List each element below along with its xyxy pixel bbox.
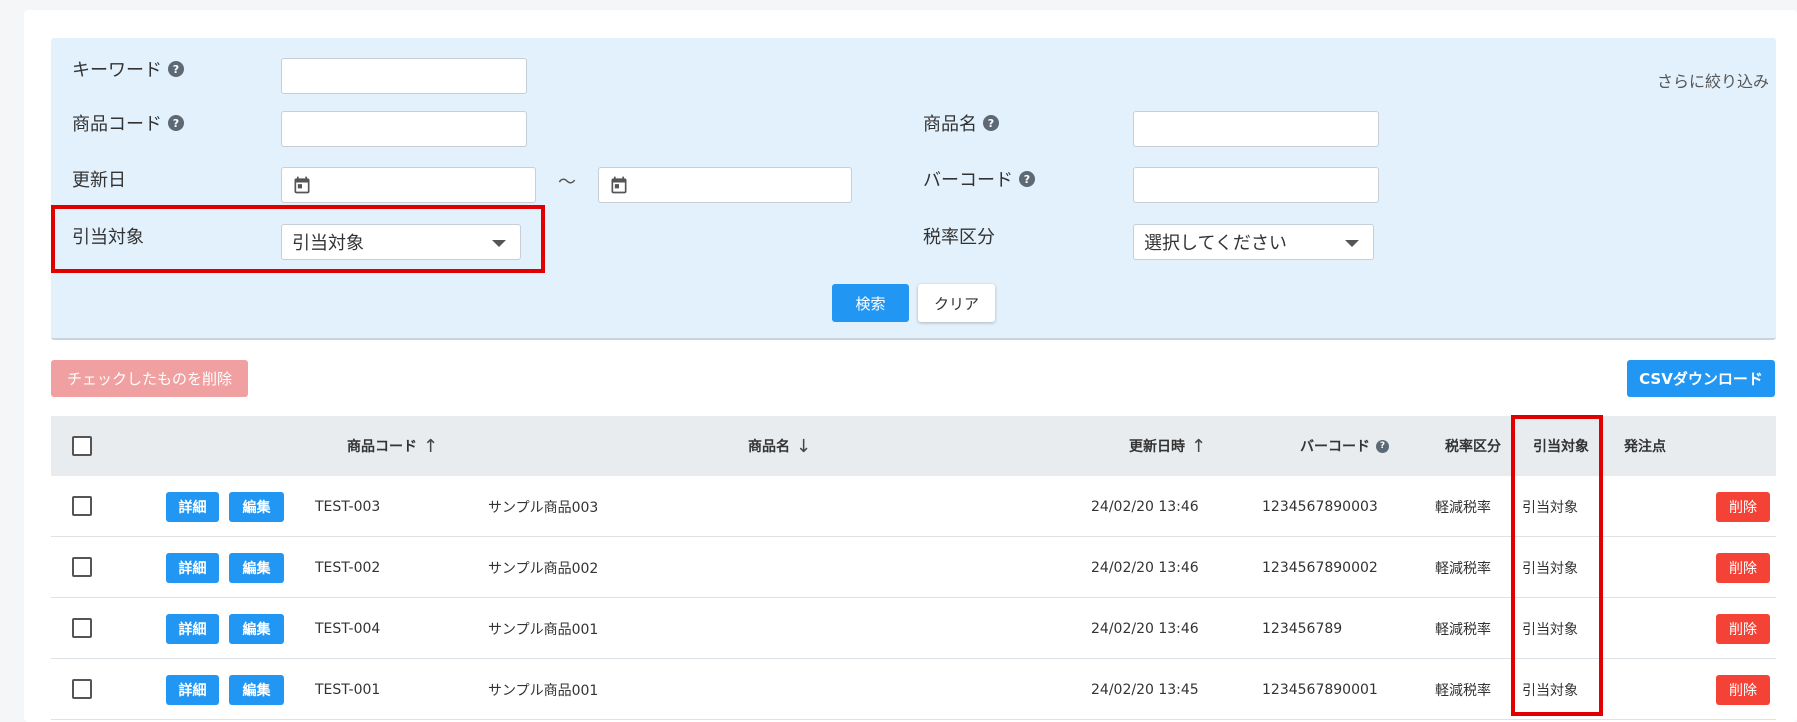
cell-tax: 軽減税率: [1435, 560, 1491, 577]
cell-code: TEST-002: [315, 559, 381, 576]
chevron-down-icon: [1345, 240, 1359, 247]
tax-label: 税率区分: [923, 227, 995, 248]
sort-asc-icon: ↑: [423, 435, 439, 457]
delete-checked-button[interactable]: チェックしたものを削除: [51, 360, 248, 397]
edit-button[interactable]: 編集: [229, 675, 284, 705]
keyword-input[interactable]: [281, 58, 527, 94]
allocation-label: 引当対象: [72, 227, 144, 248]
calendar-icon: [294, 176, 310, 194]
sort-asc-icon: ↑: [1191, 435, 1207, 457]
detail-button[interactable]: 詳細: [166, 675, 219, 705]
edit-button[interactable]: 編集: [229, 553, 284, 583]
cell-allocation: 引当対象: [1522, 499, 1578, 516]
clear-button[interactable]: クリア: [918, 284, 995, 322]
th-order-point: 発注点: [1624, 439, 1666, 455]
cell-name: サンプル商品001: [488, 682, 599, 699]
updated-label: 更新日: [72, 170, 126, 191]
th-tax: 税率区分: [1445, 439, 1501, 455]
cell-barcode: 1234567890001: [1262, 681, 1378, 698]
name-label: 商品名 ?: [923, 110, 999, 136]
cell-name: サンプル商品001: [488, 621, 599, 638]
allocation-select[interactable]: 引当対象: [281, 224, 521, 260]
detail-button[interactable]: 詳細: [166, 614, 219, 644]
calendar-icon: [611, 176, 627, 194]
cell-code: TEST-004: [315, 620, 381, 637]
sort-desc-icon: ↓: [796, 435, 812, 457]
range-separator: 〜: [558, 172, 576, 193]
chevron-down-icon: [492, 240, 506, 247]
cell-barcode: 1234567890002: [1262, 559, 1378, 576]
row-checkbox[interactable]: [72, 679, 92, 699]
cell-barcode: 123456789: [1262, 620, 1343, 637]
search-button[interactable]: 検索: [832, 284, 909, 322]
cell-allocation: 引当対象: [1522, 560, 1578, 577]
barcode-input[interactable]: [1133, 167, 1379, 203]
row-checkbox[interactable]: [72, 496, 92, 516]
updated-to-input[interactable]: [598, 167, 852, 203]
table-row: 詳細 編集 TEST-001 サンプル商品001 24/02/20 13:45 12345…: [51, 659, 1776, 720]
cell-tax: 軽減税率: [1435, 499, 1491, 516]
cell-updated: 24/02/20 13:46: [1091, 498, 1199, 515]
cell-code: TEST-003: [315, 498, 381, 515]
delete-row-button[interactable]: 削除: [1716, 553, 1770, 583]
cell-allocation: 引当対象: [1522, 621, 1578, 638]
help-icon[interactable]: ?: [983, 115, 999, 131]
cell-allocation: 引当対象: [1522, 682, 1578, 699]
cell-name: サンプル商品002: [488, 560, 599, 577]
cell-barcode: 1234567890003: [1262, 498, 1378, 515]
edit-button[interactable]: 編集: [229, 614, 284, 644]
tax-select[interactable]: 選択してください: [1133, 224, 1374, 260]
table-row: 詳細 編集 TEST-003 サンプル商品003 24/02/20 13:46 12345…: [51, 476, 1776, 537]
cell-updated: 24/02/20 13:46: [1091, 559, 1199, 576]
cell-tax: 軽減税率: [1435, 621, 1491, 638]
table-header: 商品コード ↑ 商品名 ↓ 更新日時 ↑ バーコード ? 税率区分 引当対象 発…: [51, 416, 1776, 476]
row-checkbox[interactable]: [72, 618, 92, 638]
updated-from-input[interactable]: [281, 167, 536, 203]
th-name[interactable]: 商品名 ↓: [748, 416, 811, 476]
keyword-label: キーワード ?: [72, 56, 184, 82]
refine-link[interactable]: さらに絞り込み: [1657, 68, 1769, 92]
cell-code: TEST-001: [315, 681, 381, 698]
table-row: 詳細 編集 TEST-004 サンプル商品001 24/02/20 13:46 12345…: [51, 598, 1776, 659]
table-row: 詳細 編集 TEST-002 サンプル商品002 24/02/20 13:46 12345…: [51, 537, 1776, 598]
barcode-label: バーコード ?: [923, 166, 1035, 192]
th-allocation: 引当対象: [1533, 439, 1589, 455]
row-checkbox[interactable]: [72, 557, 92, 577]
cell-updated: 24/02/20 13:45: [1091, 681, 1199, 698]
cell-updated: 24/02/20 13:46: [1091, 620, 1199, 637]
help-icon[interactable]: ?: [168, 115, 184, 131]
delete-row-button[interactable]: 削除: [1716, 492, 1770, 522]
code-label: 商品コード ?: [72, 110, 184, 136]
edit-button[interactable]: 編集: [229, 492, 284, 522]
cell-name: サンプル商品003: [488, 499, 599, 516]
help-icon[interactable]: ?: [1376, 439, 1389, 453]
help-icon[interactable]: ?: [168, 61, 184, 77]
csv-download-button[interactable]: CSVダウンロード: [1627, 360, 1775, 397]
th-barcode: バーコード ?: [1300, 416, 1389, 476]
help-icon[interactable]: ?: [1019, 171, 1035, 187]
th-code[interactable]: 商品コード ↑: [347, 416, 438, 476]
delete-row-button[interactable]: 削除: [1716, 614, 1770, 644]
select-all-checkbox[interactable]: [72, 436, 92, 456]
cell-tax: 軽減税率: [1435, 682, 1491, 699]
delete-row-button[interactable]: 削除: [1716, 675, 1770, 705]
code-input[interactable]: [281, 111, 527, 147]
detail-button[interactable]: 詳細: [166, 492, 219, 522]
th-updated[interactable]: 更新日時 ↑: [1129, 416, 1206, 476]
name-input[interactable]: [1133, 111, 1379, 147]
detail-button[interactable]: 詳細: [166, 553, 219, 583]
